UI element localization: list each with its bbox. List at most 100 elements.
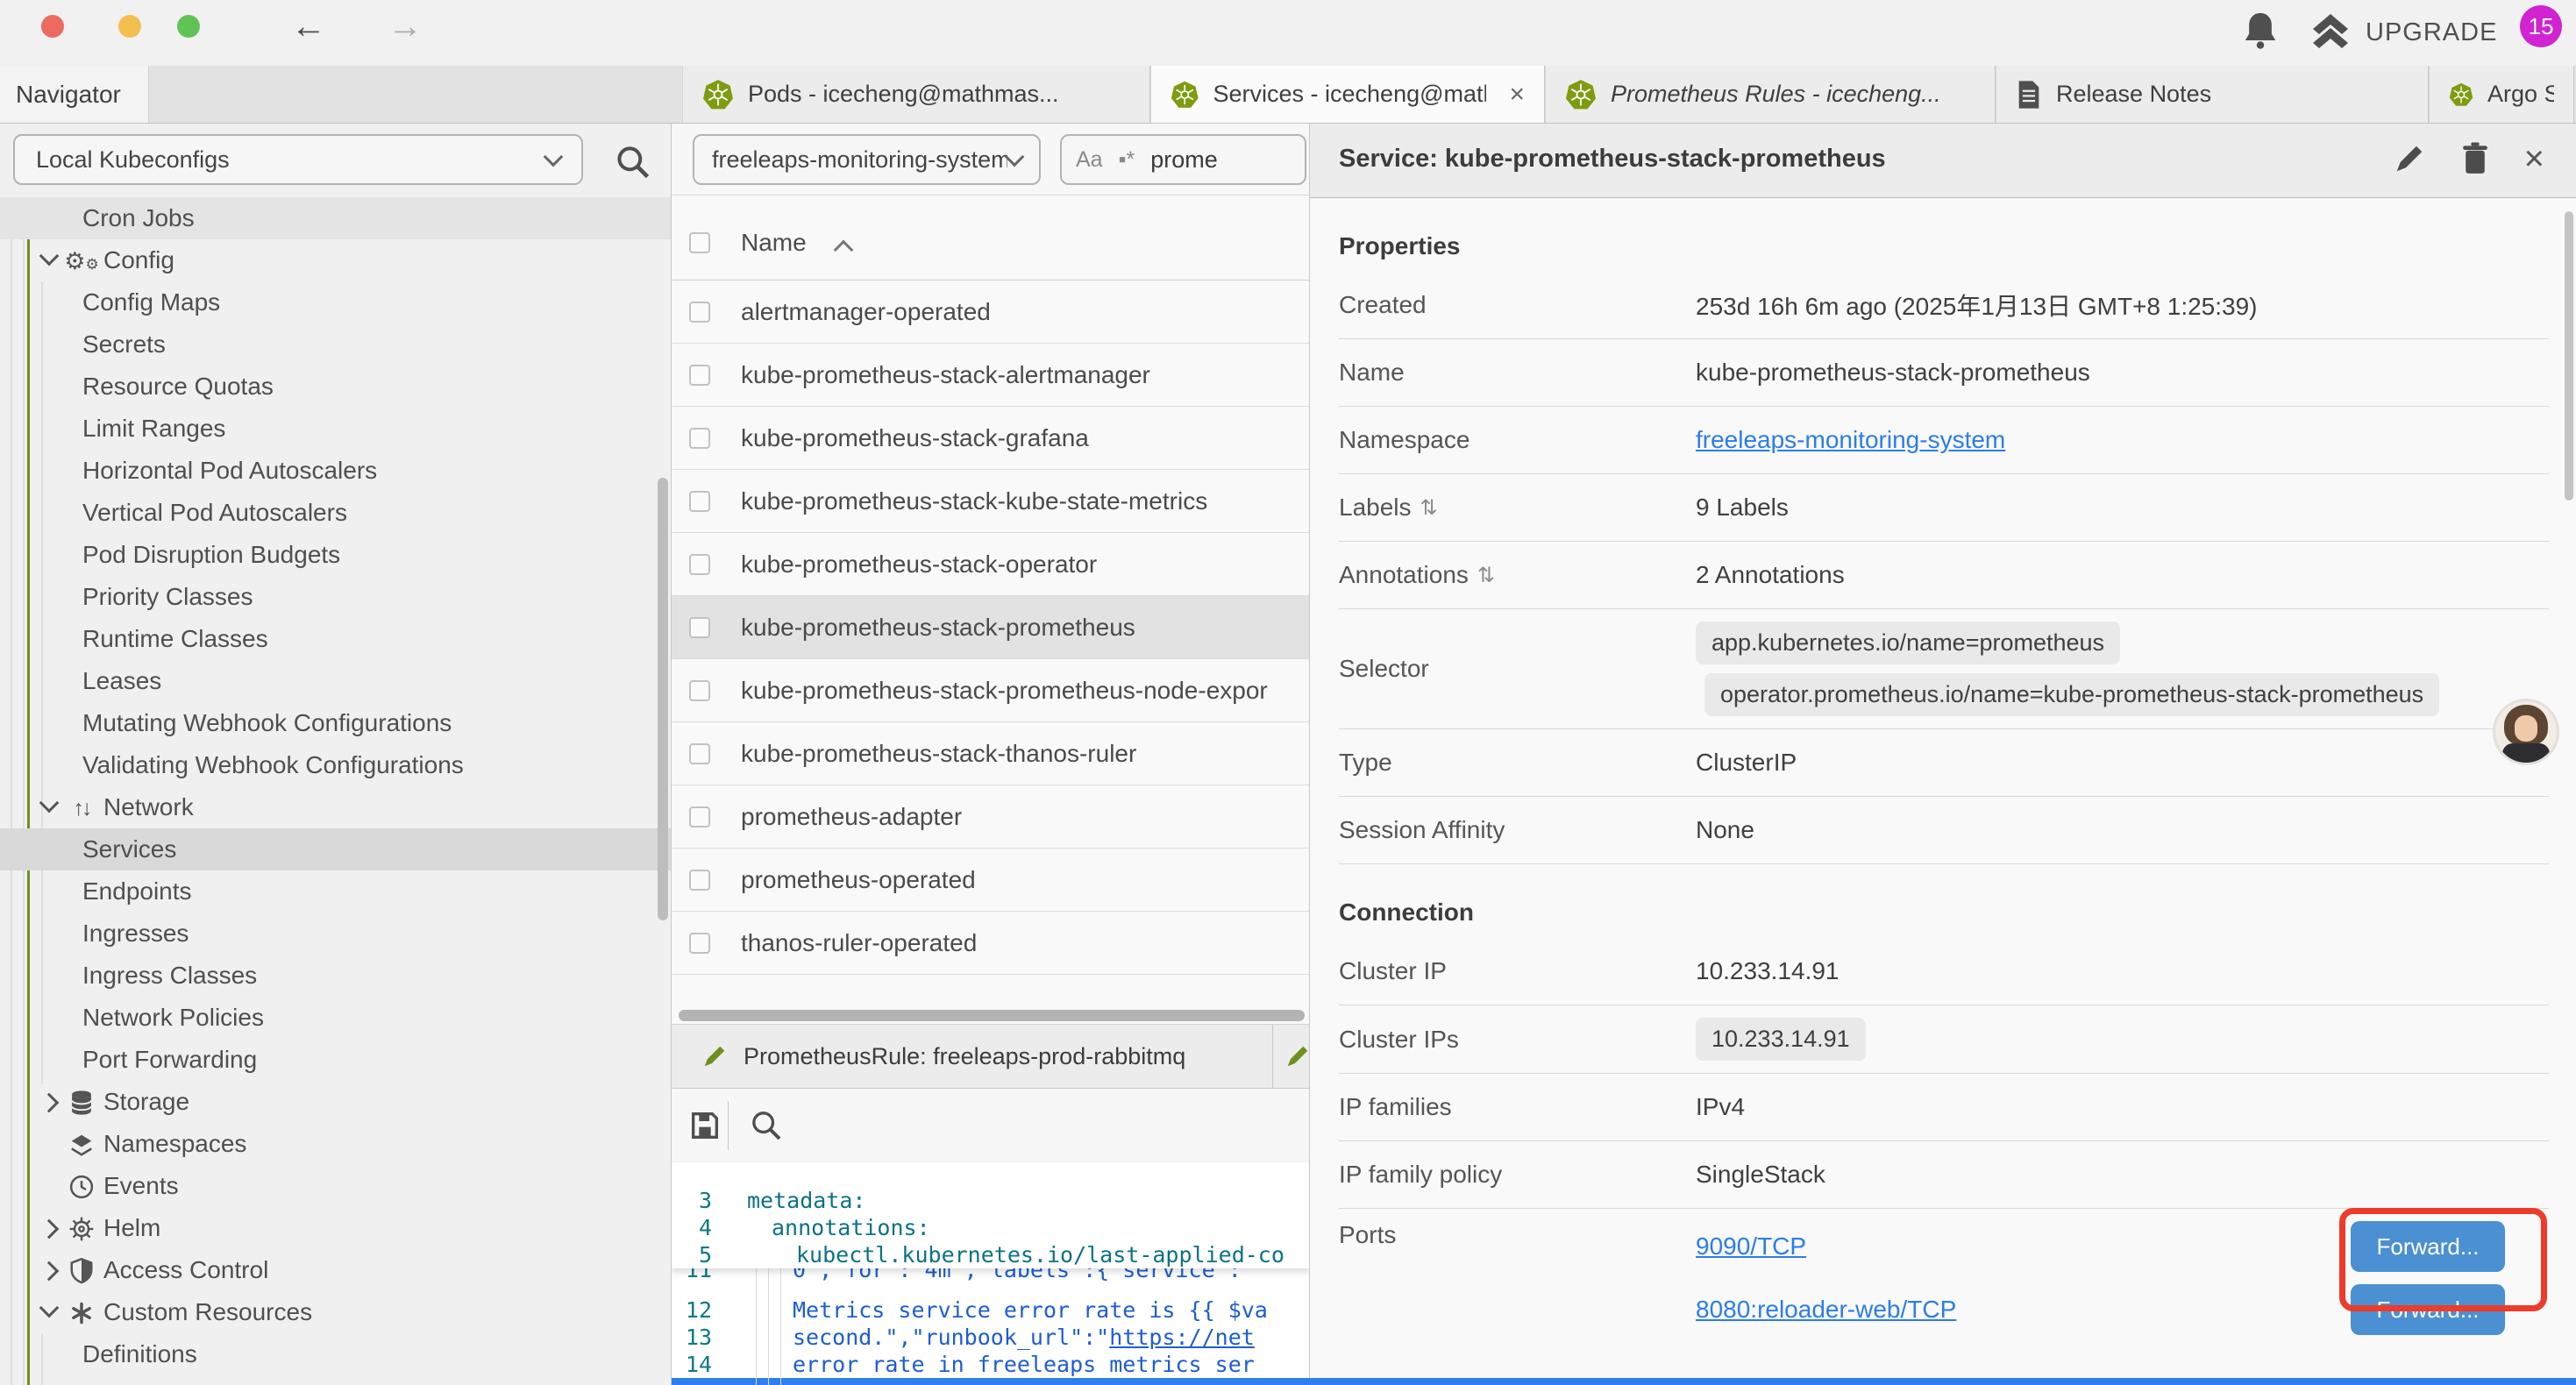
service-row[interactable]: kube-prometheus-stack-prometheus [672,596,1310,659]
service-row[interactable]: kube-prometheus-stack-thanos-ruler [672,722,1310,785]
row-checkbox[interactable] [689,617,710,638]
sidebar-item-limit-ranges[interactable]: Limit Ranges [0,408,672,450]
forward-button[interactable]: → [388,7,423,46]
sidebar-item-cron-jobs[interactable]: Cron Jobs [0,197,672,239]
editor-search-icon[interactable] [749,1108,784,1143]
close-icon[interactable]: × [2524,141,2544,176]
sidebar-item-leases[interactable]: Leases [0,660,672,702]
service-row[interactable]: kube-prometheus-stack-kube-state-metrics [672,470,1310,533]
sidebar-item-mutating-webhook-configurations[interactable]: Mutating Webhook Configurations [0,702,672,744]
sidebar-item-network-policies[interactable]: Network Policies [0,997,672,1039]
sidebar-item-helm[interactable]: Helm [0,1207,672,1249]
list-search-input[interactable]: Aa ▪* prome [1060,134,1306,185]
sort-ascending-icon[interactable] [834,240,854,260]
sidebar-item-network[interactable]: ↑↓Network [0,786,672,828]
sort-arrows-icon[interactable]: ⇅ [1477,563,1495,588]
sidebar-item-horizontal-pod-autoscalers[interactable]: Horizontal Pod Autoscalers [0,450,672,492]
sidebar-item-validating-webhook-configurations[interactable]: Validating Webhook Configurations [0,744,672,786]
service-row[interactable]: kube-prometheus-stack-alertmanager [672,344,1310,407]
chevron-down-icon[interactable] [39,246,60,266]
close-window-button[interactable] [41,15,64,38]
sidebar-item-custom-resources[interactable]: Custom Resources [0,1291,672,1333]
sidebar-item-services[interactable]: Services [0,828,672,870]
kubeconfig-select[interactable]: Local Kubeconfigs [13,134,583,185]
service-row[interactable]: alertmanager-operated [672,281,1310,344]
sidebar-scrollbar[interactable] [658,478,668,920]
sidebar-item-pod-disruption-budgets[interactable]: Pod Disruption Budgets [0,534,672,576]
sidebar-item-vertical-pod-autoscalers[interactable]: Vertical Pod Autoscalers [0,492,672,534]
row-checkbox[interactable] [689,554,710,575]
delete-trash-icon[interactable] [2459,141,2491,176]
sidebar-item-namespaces[interactable]: Namespaces [0,1123,672,1165]
port-link[interactable]: 8080:reloader-web/TCP [1696,1296,1956,1324]
service-row[interactable]: thanos-ruler-operated [672,912,1310,975]
sidebar-search-icon[interactable] [614,143,652,181]
detail-value: None [1696,816,1754,844]
row-checkbox[interactable] [689,806,710,827]
save-icon[interactable] [687,1108,722,1143]
tab-prometheus[interactable]: Prometheus Rules - icecheng... [1545,66,1996,123]
service-row[interactable]: prometheus-operated [672,849,1310,912]
service-row[interactable]: kube-prometheus-stack-grafana [672,407,1310,470]
row-checkbox[interactable] [689,680,710,701]
namespace-select[interactable]: freeleaps-monitoring-system [693,134,1041,185]
row-checkbox[interactable] [689,302,710,323]
notification-count-badge[interactable]: 15 [2520,5,2562,47]
chevron-right-icon[interactable] [39,1093,60,1113]
row-checkbox[interactable] [689,491,710,512]
horizontal-scrollbar[interactable] [679,1010,1305,1021]
notifications-bell-icon[interactable] [2241,10,2280,52]
sidebar-item-definitions[interactable]: Definitions [0,1333,672,1375]
name-column-header[interactable]: Name [741,229,807,257]
row-checkbox[interactable] [689,743,710,764]
match-case-icon[interactable]: Aa [1076,147,1103,173]
regex-icon[interactable]: ▪* [1119,147,1135,173]
sidebar-item-secrets[interactable]: Secrets [0,323,672,366]
sidebar-item-endpoints[interactable]: Endpoints [0,870,672,913]
upgrade-button[interactable]: UPGRADE [2308,11,2497,54]
row-checkbox[interactable] [689,933,710,954]
sidebar-item-runtime-classes[interactable]: Runtime Classes [0,618,672,660]
sidebar-item-access-control[interactable]: Access Control [0,1249,672,1291]
back-button[interactable]: ← [291,7,326,46]
sidebar-item-storage[interactable]: Storage [0,1081,672,1123]
avatar[interactable] [2493,699,2559,765]
chevron-down-icon[interactable] [39,793,60,813]
sort-arrows-icon[interactable]: ⇅ [1420,495,1438,521]
editor-tab-prometheusrule[interactable]: PrometheusRule: freeleaps-prod-rabbitmq [672,1025,1273,1088]
tab-release[interactable]: Release Notes [1996,66,2429,123]
detail-label: Created [1339,291,1696,319]
sidebar-item-ingress-classes[interactable]: Ingress Classes [0,955,672,997]
port-link[interactable]: 9090/TCP [1696,1232,1806,1261]
close-tab-icon[interactable]: × [1509,80,1525,110]
row-checkbox[interactable] [689,428,710,449]
service-row[interactable]: kube-prometheus-stack-prometheus-node-ex… [672,659,1310,722]
sidebar-item-priority-classes[interactable]: Priority Classes [0,576,672,618]
service-row[interactable]: prometheus-adapter [672,785,1310,849]
select-all-checkbox[interactable] [689,232,710,253]
sidebar-item-resource-quotas[interactable]: Resource Quotas [0,366,672,408]
sidebar-item-port-forwarding[interactable]: Port Forwarding [0,1039,672,1081]
editor-tab-next[interactable] [1274,1025,1310,1088]
tab-argo[interactable]: Argo Se [2429,66,2574,123]
minimize-window-button[interactable] [118,15,141,38]
sidebar-item-ingresses[interactable]: Ingresses [0,913,672,955]
sidebar-item-label: Pod Disruption Budgets [82,541,340,569]
sidebar-item-config-maps[interactable]: Config Maps [0,281,672,323]
tab-services[interactable]: Services - icecheng@math...× [1150,66,1545,123]
row-checkbox[interactable] [689,870,710,891]
namespace-link[interactable]: freeleaps-monitoring-system [1696,426,2005,453]
yaml-editor[interactable]: 3metadata:4annotations:5kubectl.kubernet… [672,1162,1310,1385]
edit-pencil-icon[interactable] [2393,142,2426,175]
tab-pods[interactable]: Pods - icecheng@mathmas... [682,66,1150,123]
zoom-window-button[interactable] [177,15,200,38]
navigator-panel-tab[interactable]: Navigator [0,66,149,123]
row-checkbox[interactable] [689,365,710,386]
chevron-right-icon[interactable] [39,1261,60,1282]
chevron-right-icon[interactable] [39,1219,60,1239]
service-row[interactable]: kube-prometheus-stack-operator [672,533,1310,596]
sidebar-item-config[interactable]: ⚙⚙Config [0,239,672,281]
sidebar-item-events[interactable]: Events [0,1165,672,1207]
chevron-down-icon[interactable] [39,1298,60,1318]
detail-scrollbar[interactable] [2565,211,2573,501]
